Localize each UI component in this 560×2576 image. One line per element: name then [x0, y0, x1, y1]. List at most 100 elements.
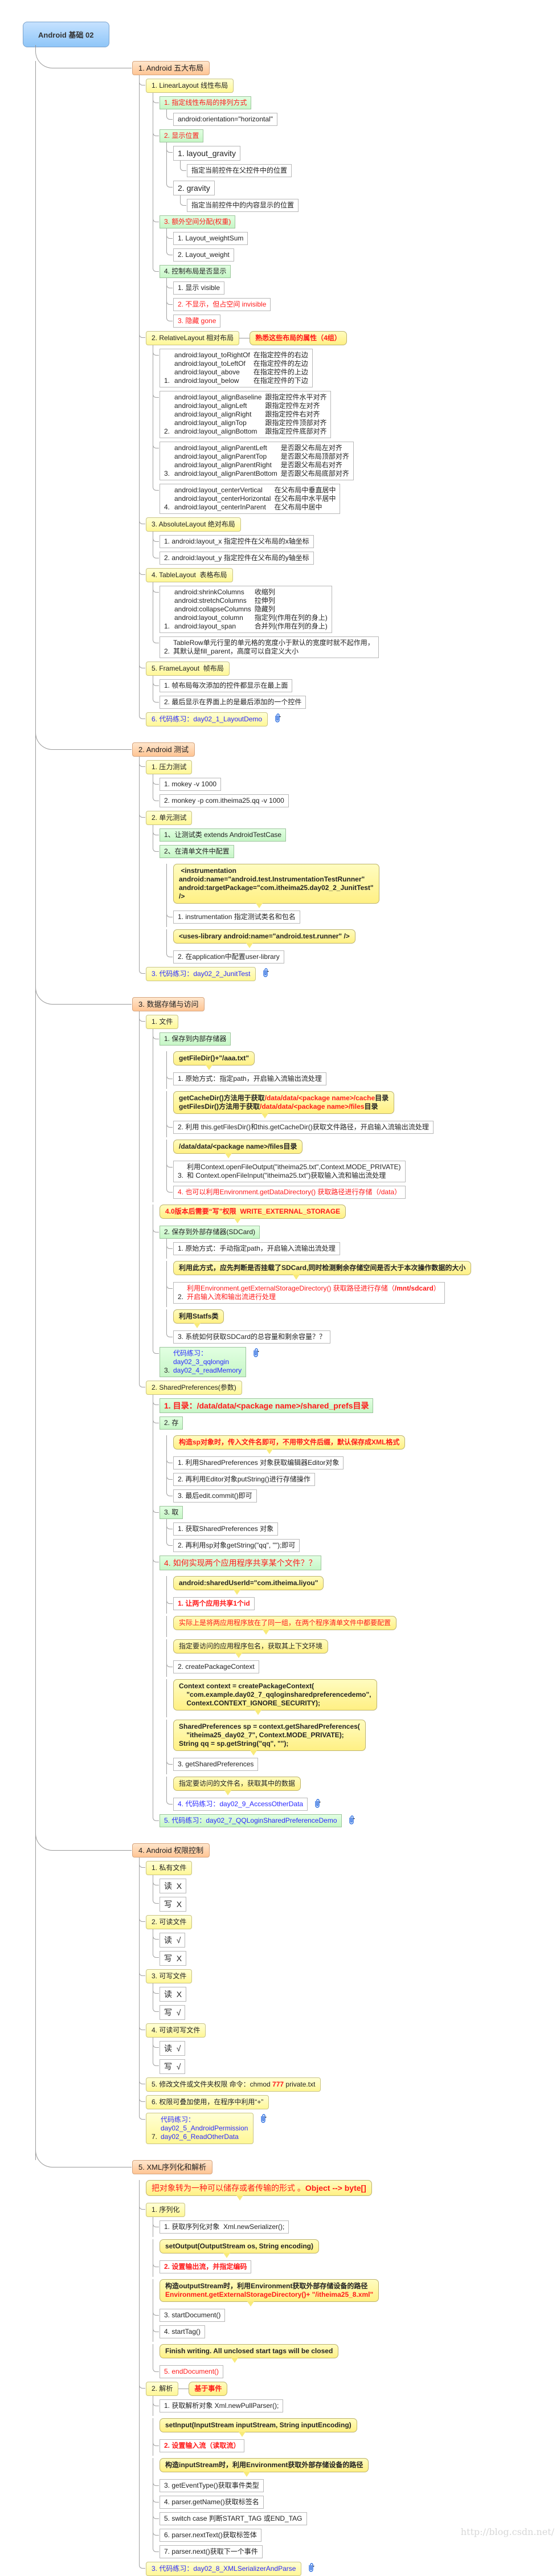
detail-node[interactable]: 7. parser.next()获取下一个事件	[160, 2545, 263, 2558]
detail-node[interactable]: 写 √	[160, 2005, 186, 2020]
detail-node[interactable]: 3. 最后edit.commit()即可	[173, 1489, 257, 1503]
topic-node[interactable]: 2. 可读文件	[146, 1915, 193, 1929]
detail-node[interactable]: 3. getSharedPreferences	[173, 1758, 259, 1771]
branch-node[interactable]: 3. 数据存储与访问	[132, 997, 205, 1011]
detail-node[interactable]: 1. 原始方式：指定path，开启输入流输出流处理	[173, 1072, 326, 1085]
topic-node[interactable]: 6. 代码练习：day02_1_LayoutDemo	[146, 712, 268, 726]
topic-node[interactable]: 1. LinearLayout 线性布局	[146, 79, 234, 93]
subtopic-node[interactable]: 2、在清单文件中配置	[160, 845, 234, 858]
detail-node[interactable]: 1. instrumentation 指定测试类名和包名	[173, 911, 300, 924]
topic-node[interactable]: 5. 修改文件或文件夹权限 命令：chmod 777 private.txt	[146, 2077, 321, 2092]
detail-node[interactable]: 2. monkey -p com.itheima25.qq -v 1000	[160, 794, 289, 807]
branch-node[interactable]: 1. Android 五大布局	[132, 61, 210, 75]
subtopic-node[interactable]: 2. 保存到外部存储器(SDCard)	[160, 1226, 260, 1239]
topic-node[interactable]: 1. 压力测试	[146, 760, 193, 774]
detail-node[interactable]: 1. 获取序列化对象 Xml.newSerializer();	[160, 2220, 289, 2234]
detail-node[interactable]: 1. 帧布局每次添加的控件都显示在最上面	[160, 679, 293, 692]
subtopic-node[interactable]: 3. 额外空间分配(权重)	[160, 215, 236, 228]
branch-node[interactable]: 5. XML序列化和解析	[132, 2160, 213, 2174]
branch-node[interactable]: 4. Android 权限控制	[132, 1843, 210, 1858]
detail-node[interactable]: 利用Context.openFileOutput("itheima25.txt"…	[173, 1161, 406, 1182]
detail-node[interactable]: 读 √	[160, 2041, 186, 2056]
detail-node[interactable]: 1. 利用SharedPreferences 对象获取编辑器Editor对象	[173, 1456, 344, 1469]
subtopic-node[interactable]: 4. 控制布局是否显示	[160, 265, 231, 278]
root-node[interactable]: Android 基础 02	[23, 22, 109, 47]
detail-node[interactable]: 2. 最后显示在界面上的是最后添加的一个控件	[160, 696, 306, 709]
detail-node[interactable]: 2. android:layout_y 指定控件在父布局的y轴坐标	[160, 552, 314, 565]
subtopic-node[interactable]: 4. 如何实现两个应用程序共享某个文件？？	[160, 1556, 321, 1570]
topic-node[interactable]: 3. AbsoluteLayout 绝对布局	[146, 517, 241, 532]
subtopic-node[interactable]: 1、让测试类 extends AndroidTestCase	[160, 828, 287, 842]
detail-node[interactable]: 4. 也可以利用Environment.getDataDirectory() 获…	[173, 1186, 406, 1199]
detail-node[interactable]: 3. startDocument()	[160, 2309, 226, 2322]
detail-node[interactable]: 2. gravity	[173, 181, 215, 195]
detail-node[interactable]: android:orientation="horizontal"	[173, 113, 277, 126]
subtopic-node[interactable]: 1. 目录：/data/data/<package name>/shared_p…	[160, 1398, 374, 1413]
detail-node[interactable]: android:layout_centerVertical 在父布局中垂直居中 an…	[160, 484, 341, 514]
detail-node[interactable]: 指定当前控件在父控件中的位置	[187, 164, 292, 177]
detail-node[interactable]: 2. 再利用Editor对象putString()进行存储操作	[173, 1473, 315, 1486]
detail-node[interactable]: 2. 再利用sp对象getString("qq", "");即可	[173, 1539, 300, 1552]
detail-node[interactable]: 读 X	[160, 1879, 187, 1893]
detail-node[interactable]: android:layout_alignParentLeft 是否跟父布局左对齐 a…	[160, 442, 354, 480]
paperclip-icon[interactable]	[252, 1348, 260, 1360]
detail-node[interactable]: 1. 获取SharedPreferences 对象	[173, 1522, 279, 1536]
topic-node[interactable]: 2. 单元测试	[146, 811, 193, 825]
detail-node[interactable]: 3. 隐藏 gone	[173, 315, 221, 328]
detail-node[interactable]: 2. 不显示，但占空间 invisible	[173, 298, 271, 311]
detail-node[interactable]: TableRow单元行里的单元格的宽度小于默认的宽度时就不起作用， 2. 其默认是…	[160, 636, 379, 658]
topic-node[interactable]: 6. 权限可叠加使用，在程序中利用“+”	[146, 2095, 269, 2109]
subtopic-node[interactable]: 2. 显示位置	[160, 129, 204, 142]
detail-node[interactable]: 2. 设置输出流，并指定编码	[160, 2260, 252, 2273]
subtopic-node[interactable]: 1. 保存到内部存储器	[160, 1032, 231, 1046]
detail-node[interactable]: 6. parser.nextText()获取标签体	[160, 2529, 261, 2542]
topic-node[interactable]: 3. 代码练习：day02_8_XMLSerializerAndParse	[146, 2562, 302, 2576]
detail-node[interactable]: 2. 在application中配置user-library	[173, 950, 284, 964]
detail-node[interactable]: android:layout_alignBaseline 跟指定控件水平对齐 and…	[160, 391, 332, 438]
detail-node[interactable]: android:shrinkColumns 收缩列 android:stretchC…	[160, 586, 332, 633]
detail-node[interactable]: 写 √	[160, 2059, 186, 2074]
detail-node[interactable]: 1. android:layout_x 指定控件在父布局的x轴坐标	[160, 535, 314, 548]
detail-node[interactable]: 1. 显示 visible	[173, 281, 225, 295]
detail-node[interactable]: 写 X	[160, 1951, 187, 1966]
detail-node[interactable]: 2. 设置输入流（读取流）	[160, 2439, 245, 2452]
topic-node[interactable]: 2. 解析	[146, 2382, 179, 2396]
detail-node[interactable]: 4. parser.getName()获取标签名	[160, 2496, 264, 2509]
detail-node[interactable]: 4. startTag()	[160, 2325, 206, 2338]
detail-node[interactable]: 指定当前控件中的内容显示的位置	[187, 199, 299, 212]
detail-node[interactable]: 写 X	[160, 1897, 187, 1912]
topic-node[interactable]: 1. 文件	[146, 1015, 179, 1029]
detail-node[interactable]: 3. getEventType()获取事件类型	[160, 2479, 264, 2492]
detail-node[interactable]: 5. endDocument()	[160, 2365, 224, 2378]
paperclip-icon[interactable]	[259, 2113, 267, 2125]
detail-node[interactable]: 读 √	[160, 1933, 186, 1948]
topic-node[interactable]: 2. SharedPreferences(参数)	[146, 1381, 242, 1395]
detail-node[interactable]: 读 X	[160, 1987, 187, 2002]
paperclip-icon[interactable]	[348, 1815, 355, 1827]
topic-node[interactable]: 4. TableLayout 表格布局	[146, 568, 233, 582]
detail-node[interactable]: 5. switch case 判断START_TAG 或END_TAG	[160, 2512, 307, 2525]
detail-node[interactable]: 4. 代码练习：day02_9_AccessOtherData	[173, 1798, 308, 1811]
detail-node[interactable]: 1. mokey -v 1000	[160, 778, 222, 791]
topic-node[interactable]: 2. RelativeLayout 相对布局	[146, 331, 240, 345]
topic-node[interactable]: 1. 序列化	[146, 2203, 186, 2217]
subtopic-node[interactable]: 5. 代码练习：day02_7_QQLoginSharedPreferenceD…	[160, 1814, 342, 1827]
detail-node[interactable]: 1. 原始方式：手动指定path，开启输入流输出流处理	[173, 1242, 340, 1255]
subtopic-node[interactable]: 2. 存	[160, 1416, 183, 1430]
paperclip-icon[interactable]	[307, 2562, 315, 2574]
topic-node[interactable]: 5. FrameLayout 帧布局	[146, 662, 230, 676]
topic-node[interactable]: 3. 代码练习：day02_2_JunitTest	[146, 967, 256, 981]
detail-node[interactable]: 1. 获取解析对象 Xml.newPullParser();	[160, 2399, 284, 2412]
topic-node[interactable]: 代码练习： day02_5_AndroidPermission 7. day02_6…	[146, 2113, 254, 2144]
detail-node[interactable]: 1. Layout_weightSum	[173, 232, 248, 245]
detail-node[interactable]: 2. 利用 this.getFilesDir()和this.getCacheDi…	[173, 1121, 434, 1134]
detail-node[interactable]: 2. Layout_weight	[173, 248, 234, 262]
subtopic-node[interactable]: 代码练习： day02_3_qqlongin 3. day02_4_readMemo…	[160, 1347, 247, 1377]
topic-node[interactable]: 1. 私有文件	[146, 1861, 193, 1875]
topic-node[interactable]: 3. 可写文件	[146, 1969, 193, 1983]
branch-node[interactable]: 2. Android 测试	[132, 742, 195, 757]
subtopic-node[interactable]: 1. 指定线性布局的排列方式	[160, 96, 252, 109]
paperclip-icon[interactable]	[273, 713, 281, 725]
detail-node[interactable]: 1. layout_gravity	[173, 146, 240, 161]
topic-node[interactable]: 4. 可读可写文件	[146, 2023, 206, 2038]
